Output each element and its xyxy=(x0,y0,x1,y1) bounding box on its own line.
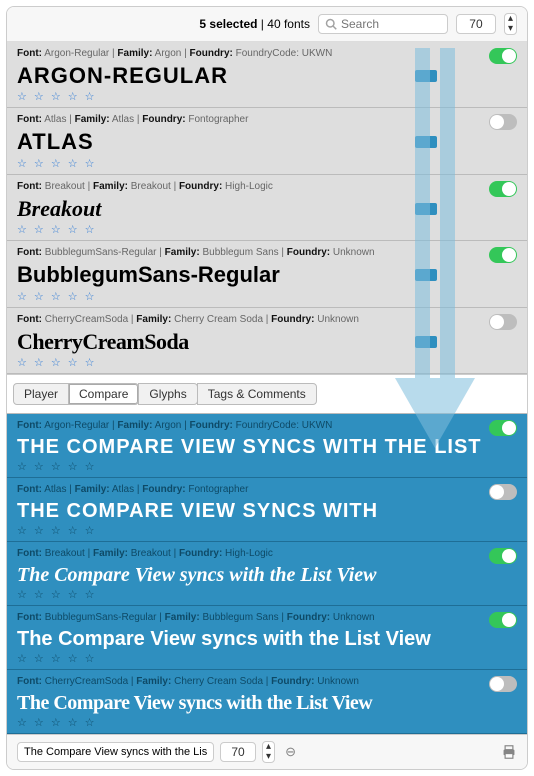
slider-knob[interactable] xyxy=(415,203,437,215)
compare-sample: The Compare View syncs with the List Vie… xyxy=(17,691,517,715)
font-sample: Breakout xyxy=(17,196,517,222)
rating-stars[interactable]: ☆ ☆ ☆ ☆ ☆ xyxy=(17,588,517,601)
top-toolbar: 5 selected | 40 fonts 70 ▴▾ xyxy=(7,7,527,42)
bottom-toolbar: 70 ▴▾ ⊖ xyxy=(7,734,527,769)
compare-sample: The Compare View syncs with the List Vie… xyxy=(17,563,517,587)
enable-toggle[interactable] xyxy=(489,420,517,436)
enable-toggle[interactable] xyxy=(489,48,517,64)
reset-button[interactable]: ⊖ xyxy=(281,744,300,760)
font-sample: ATLAS xyxy=(17,129,517,155)
bottom-size-input[interactable]: 70 xyxy=(220,742,256,762)
compare-sample: THE COMPARE VIEW SYNCS WITH xyxy=(17,499,517,523)
rating-stars[interactable]: ☆ ☆ ☆ ☆ ☆ xyxy=(17,290,517,303)
font-meta: Font: Argon-Regular | Family: Argon | Fo… xyxy=(17,419,517,433)
enable-toggle[interactable] xyxy=(489,548,517,564)
compare-row[interactable]: Font: CherryCreamSoda | Family: Cherry C… xyxy=(7,670,527,734)
font-meta: Font: BubblegumSans-Regular | Family: Bu… xyxy=(17,246,517,260)
enable-toggle[interactable] xyxy=(489,181,517,197)
tab-compare[interactable]: Compare xyxy=(68,383,139,405)
font-sample: CherryCreamSoda xyxy=(17,329,517,355)
font-size-stepper[interactable]: ▴▾ xyxy=(504,13,517,35)
font-meta: Font: BubblegumSans-Regular | Family: Bu… xyxy=(17,611,517,625)
font-meta: Font: Atlas | Family: Atlas | Foundry: F… xyxy=(17,113,517,127)
font-meta: Font: Breakout | Family: Breakout | Foun… xyxy=(17,547,517,561)
compare-sample: The Compare View syncs with the List Vie… xyxy=(17,627,517,651)
rating-stars[interactable]: ☆ ☆ ☆ ☆ ☆ xyxy=(17,223,517,236)
slider-knob[interactable] xyxy=(415,336,437,348)
font-meta: Font: Atlas | Family: Atlas | Foundry: F… xyxy=(17,483,517,497)
tab-tags[interactable]: Tags & Comments xyxy=(197,383,317,405)
app-window: 5 selected | 40 fonts 70 ▴▾ Font: Argon-… xyxy=(6,6,528,770)
rating-stars[interactable]: ☆ ☆ ☆ ☆ ☆ xyxy=(17,652,517,665)
font-row[interactable]: Font: Breakout | Family: Breakout | Foun… xyxy=(7,175,527,241)
font-row[interactable]: Font: Argon-Regular | Family: Argon | Fo… xyxy=(7,42,527,108)
rating-stars[interactable]: ☆ ☆ ☆ ☆ ☆ xyxy=(17,460,517,473)
compare-row[interactable]: Font: Argon-Regular | Family: Argon | Fo… xyxy=(7,414,527,478)
compare-row[interactable]: Font: BubblegumSans-Regular | Family: Bu… xyxy=(7,606,527,670)
rating-stars[interactable]: ☆ ☆ ☆ ☆ ☆ xyxy=(17,157,517,170)
font-meta: Font: CherryCreamSoda | Family: Cherry C… xyxy=(17,675,517,689)
font-row[interactable]: Font: BubblegumSans-Regular | Family: Bu… xyxy=(7,241,527,307)
search-icon xyxy=(325,18,337,30)
total-fonts: 40 fonts xyxy=(267,17,310,31)
enable-toggle[interactable] xyxy=(489,612,517,628)
compare-sample: THE COMPARE VIEW SYNCS WITH THE LIST xyxy=(17,435,517,459)
font-meta: Font: Argon-Regular | Family: Argon | Fo… xyxy=(17,47,517,61)
font-sample: ARGON-REGULAR xyxy=(17,63,517,89)
selection-status: 5 selected | 40 fonts xyxy=(199,17,310,31)
enable-toggle[interactable] xyxy=(489,676,517,692)
rating-stars[interactable]: ☆ ☆ ☆ ☆ ☆ xyxy=(17,524,517,537)
font-list: Font: Argon-Regular | Family: Argon | Fo… xyxy=(7,42,527,374)
font-meta: Font: Breakout | Family: Breakout | Foun… xyxy=(17,180,517,194)
rating-stars[interactable]: ☆ ☆ ☆ ☆ ☆ xyxy=(17,356,517,369)
font-size-input[interactable]: 70 xyxy=(456,14,496,34)
rating-stars[interactable]: ☆ ☆ ☆ ☆ ☆ xyxy=(17,716,517,729)
slider-knob[interactable] xyxy=(415,269,437,281)
rating-stars[interactable]: ☆ ☆ ☆ ☆ ☆ xyxy=(17,90,517,103)
selected-count: 5 selected xyxy=(199,17,257,31)
compare-row[interactable]: Font: Atlas | Family: Atlas | Foundry: F… xyxy=(7,478,527,542)
compare-row[interactable]: Font: Breakout | Family: Breakout | Foun… xyxy=(7,542,527,606)
font-row[interactable]: Font: Atlas | Family: Atlas | Foundry: F… xyxy=(7,108,527,174)
bottom-size-stepper[interactable]: ▴▾ xyxy=(262,741,275,763)
print-icon[interactable] xyxy=(501,745,517,759)
slider-knob[interactable] xyxy=(415,136,437,148)
font-meta: Font: CherryCreamSoda | Family: Cherry C… xyxy=(17,313,517,327)
enable-toggle[interactable] xyxy=(489,314,517,330)
view-tabs: Player Compare Glyphs Tags & Comments xyxy=(7,374,527,414)
enable-toggle[interactable] xyxy=(489,114,517,130)
sample-text-input[interactable] xyxy=(17,742,214,762)
compare-list: Font: Argon-Regular | Family: Argon | Fo… xyxy=(7,414,527,734)
search-box[interactable] xyxy=(318,14,448,34)
tab-player[interactable]: Player xyxy=(13,383,69,405)
enable-toggle[interactable] xyxy=(489,247,517,263)
slider-knob[interactable] xyxy=(415,70,437,82)
tab-glyphs[interactable]: Glyphs xyxy=(138,383,197,405)
font-sample: BubblegumSans-Regular xyxy=(17,262,517,288)
font-row[interactable]: Font: CherryCreamSoda | Family: Cherry C… xyxy=(7,308,527,374)
search-input[interactable] xyxy=(341,17,441,31)
enable-toggle[interactable] xyxy=(489,484,517,500)
